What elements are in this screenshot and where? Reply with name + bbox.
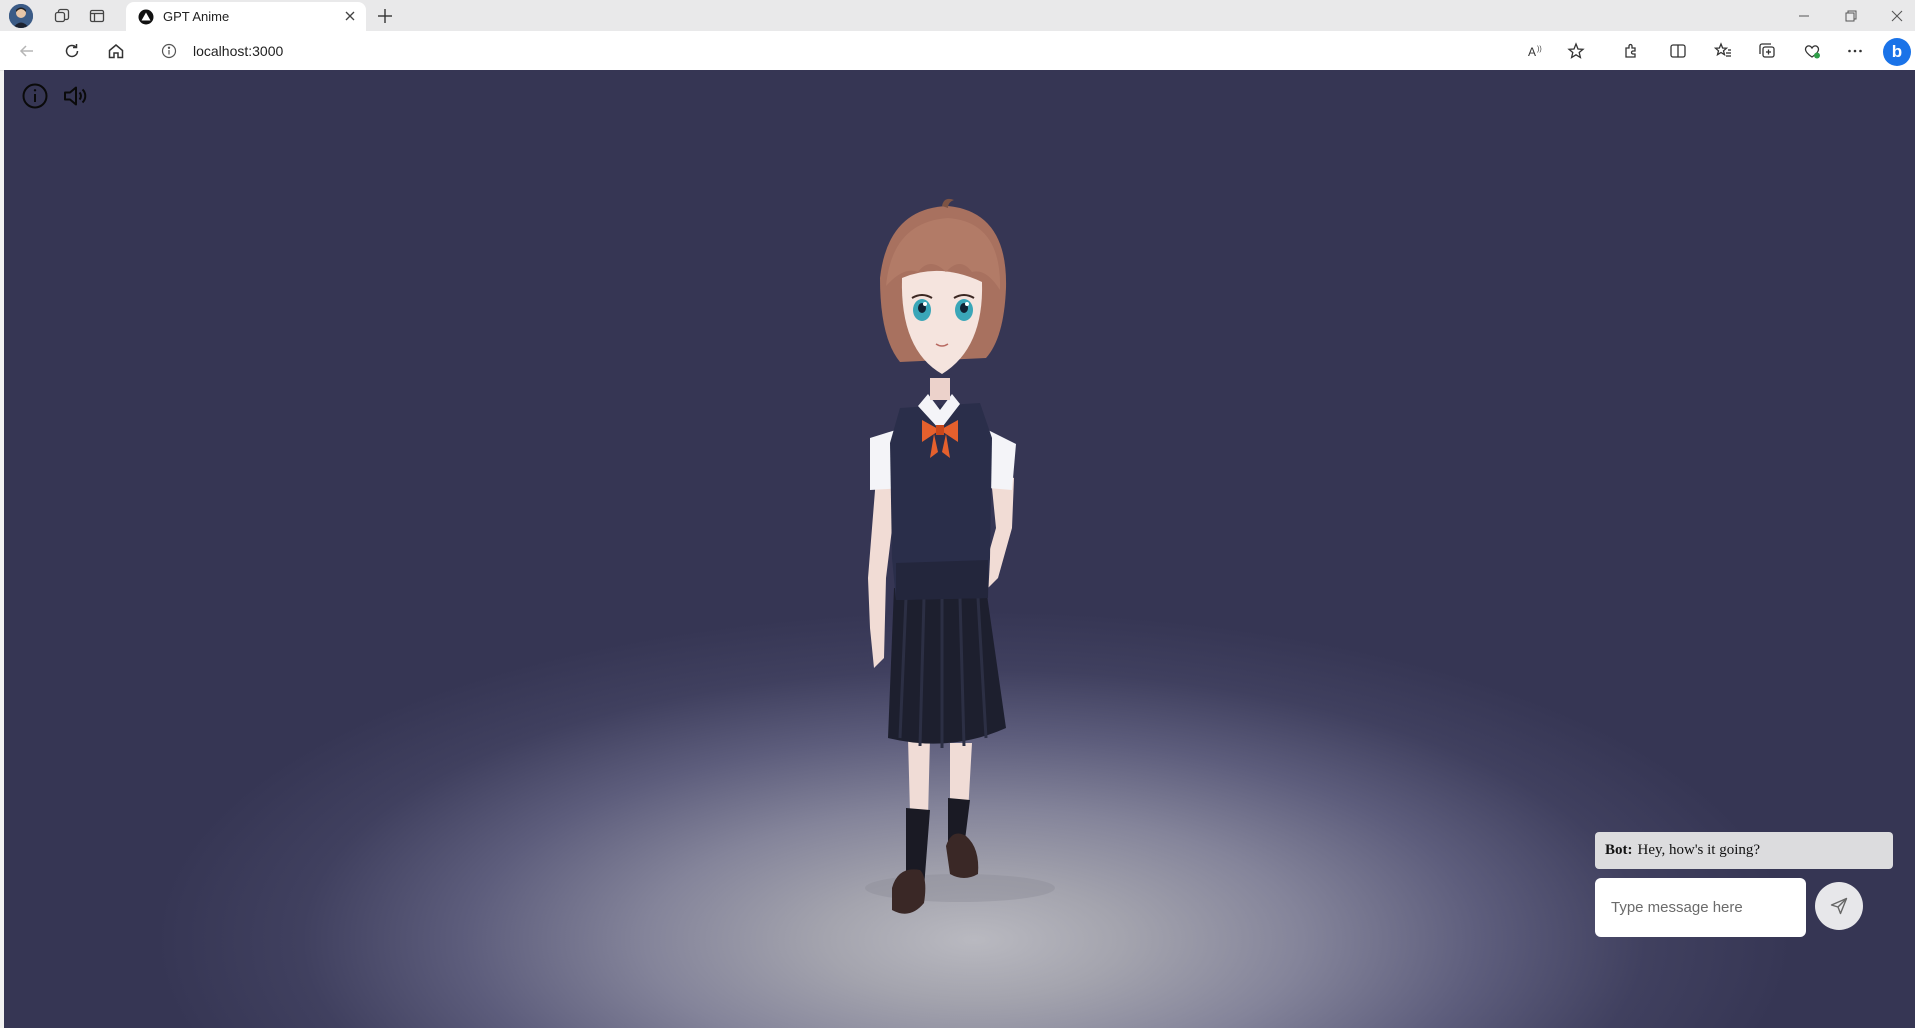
close-window-icon[interactable]	[1889, 8, 1905, 24]
message-input[interactable]	[1595, 878, 1806, 937]
bot-label: Bot:	[1605, 842, 1633, 858]
new-tab-icon[interactable]	[374, 5, 396, 27]
app-logo-icon	[138, 9, 154, 25]
collections-icon[interactable]	[1757, 41, 1777, 61]
bot-message-text: Hey, how's it going?	[1637, 842, 1761, 858]
back-arrow-icon[interactable]	[16, 40, 38, 62]
more-icon[interactable]	[1845, 41, 1865, 61]
favorites-icon[interactable]	[1713, 41, 1733, 61]
info-icon[interactable]	[161, 43, 177, 59]
split-screen-icon[interactable]	[1668, 41, 1688, 61]
extensions-icon[interactable]	[1621, 41, 1641, 61]
workspaces-icon[interactable]	[45, 3, 79, 29]
bing-icon[interactable]: b	[1883, 38, 1911, 66]
vertical-tabs-icon[interactable]	[80, 3, 114, 29]
send-icon	[1829, 896, 1849, 916]
speaker-icon[interactable]	[61, 82, 89, 110]
favorite-star-icon[interactable]	[1566, 41, 1586, 61]
restore-icon[interactable]	[1843, 8, 1859, 24]
profile-avatar[interactable]	[9, 4, 33, 28]
close-tab-icon[interactable]	[343, 9, 357, 23]
read-aloud-icon[interactable]: A))	[1526, 41, 1546, 61]
svg-text:A: A	[1528, 45, 1536, 59]
refresh-icon[interactable]	[61, 40, 83, 62]
tab-gpt-anime[interactable]: GPT Anime	[126, 2, 366, 31]
app-3d-viewport[interactable]: Bot: Hey, how's it going?	[4, 70, 1915, 1028]
browser-toolbar: localhost:3000 A)) b	[0, 31, 1915, 71]
bing-label: b	[1891, 42, 1903, 61]
home-icon[interactable]	[105, 40, 127, 62]
browser-title-bar: GPT Anime	[0, 0, 1915, 31]
svg-text:)): ))	[1537, 46, 1542, 53]
info-icon[interactable]	[21, 82, 49, 110]
3d-anime-avatar	[840, 198, 1100, 938]
bot-message-bubble: Bot: Hey, how's it going?	[1595, 832, 1893, 869]
browser-essentials-icon[interactable]	[1802, 41, 1822, 61]
send-button[interactable]	[1815, 882, 1863, 930]
url-text[interactable]: localhost:3000	[193, 43, 283, 59]
tab-title: GPT Anime	[163, 9, 230, 24]
minimize-icon[interactable]	[1796, 8, 1812, 24]
address-bar[interactable]: localhost:3000 A))	[145, 36, 1591, 66]
